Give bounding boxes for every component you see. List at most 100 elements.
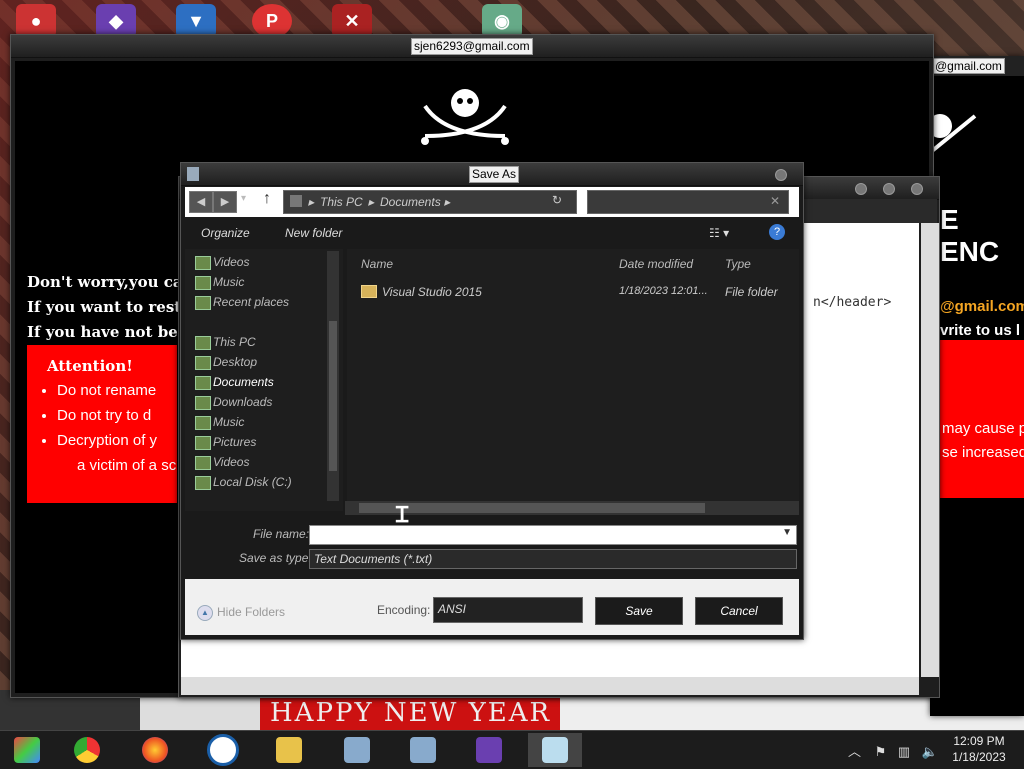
nav-item-icon	[195, 476, 211, 490]
chevron-down-icon[interactable]: ▼	[782, 527, 792, 538]
navigation-scrollbar[interactable]	[327, 251, 339, 501]
clock[interactable]: 12:09 PM 1/18/2023	[944, 733, 1014, 765]
ransom-right-heading: E ENC	[940, 204, 1000, 267]
desktop-banner: HAPPY NEW YEAR	[270, 698, 552, 728]
breadcrumb-separator: ▸	[308, 195, 315, 209]
hide-folders-button[interactable]: ▲ Hide Folders	[197, 605, 285, 621]
help-icon[interactable]: ?	[769, 224, 785, 240]
nav-item-icon	[195, 436, 211, 450]
nav-item-videos[interactable]: Videos	[213, 255, 249, 269]
notepad-code-text: n</header>	[813, 295, 892, 310]
search-input[interactable]: ✕	[587, 190, 789, 214]
file-type: File folder	[725, 285, 778, 299]
scroll-thumb[interactable]	[329, 321, 337, 471]
nav-item-documents[interactable]: Documents	[213, 375, 274, 389]
nav-item-local-disk-c-[interactable]: Local Disk (C:)	[213, 475, 292, 489]
visual-studio-desktop-icon[interactable]: ◆	[96, 4, 136, 38]
system-tray: ︿ ⚑ ▥ 🔈	[848, 741, 938, 760]
refresh-icon[interactable]: ↻	[552, 193, 562, 207]
nav-item-videos[interactable]: Videos	[213, 455, 249, 469]
pc-icon	[290, 195, 302, 207]
file-list-pane: Name Date modified Type Visual Studio 20…	[347, 249, 799, 501]
ransom-right-titlebar: @gmail.com	[930, 56, 1024, 76]
dialog-title: Save As	[469, 166, 520, 183]
clock-time: 12:09 PM	[953, 734, 1005, 748]
ransom-window-right: @gmail.com E ENC @gmail.com vrite to us …	[930, 56, 1024, 716]
app-desktop-icon-4[interactable]: ◉	[482, 4, 522, 38]
forward-button[interactable]: ▶	[213, 191, 237, 213]
up-arrow-icon[interactable]: ↑	[263, 190, 271, 208]
app-desktop-icon-2[interactable]: P	[252, 4, 292, 38]
file-explorer-icon[interactable]	[262, 733, 316, 767]
file-name-label: File name:	[253, 527, 310, 541]
network-icon[interactable]: ▥	[898, 744, 910, 759]
installer-icon[interactable]	[330, 733, 384, 767]
nav-item-icon	[195, 356, 211, 370]
cancel-button[interactable]: Cancel	[695, 597, 783, 625]
ransom-right-red-line: may cause p	[942, 420, 1024, 437]
notepad-icon	[187, 167, 199, 181]
view-options-icon[interactable]: ☷ ▾	[709, 226, 729, 240]
address-bar[interactable]: ▸ This PC ▸ Documents ▸ ↻	[283, 190, 577, 214]
encoding-value: ANSI	[438, 602, 467, 616]
hide-folders-label: Hide Folders	[217, 605, 286, 620]
save-button[interactable]: Save	[595, 597, 683, 625]
folder-icon	[361, 285, 377, 298]
save-as-type-select[interactable]: Text Documents (*.txt)	[309, 549, 797, 569]
column-name[interactable]: Name	[361, 257, 393, 271]
recent-locations-chevron-icon[interactable]: ▾	[241, 193, 246, 204]
app-desktop-icon[interactable]: ▼	[176, 4, 216, 38]
file-list-horizontal-scrollbar[interactable]	[345, 501, 799, 515]
file-row[interactable]: Visual Studio 2015 1/18/2023 12:01... Fi…	[361, 283, 791, 303]
ransom-line: Don't worry,you can	[27, 273, 194, 291]
file-name-input[interactable]: ▼	[309, 525, 797, 545]
notepad-icon[interactable]	[528, 733, 582, 767]
notepad-horizontal-scrollbar[interactable]	[181, 677, 919, 695]
organize-button[interactable]: Organize	[201, 226, 250, 240]
nav-item-this-pc[interactable]: This PC	[213, 335, 256, 349]
breadcrumb-this-pc[interactable]: This PC	[320, 195, 363, 209]
ransom-right-red-box: may cause p se increased	[940, 340, 1024, 498]
encoding-select[interactable]: ANSI	[433, 597, 583, 623]
office-icon[interactable]	[196, 733, 250, 767]
nav-item-recent-places[interactable]: Recent places	[213, 295, 289, 309]
notepad-vertical-scrollbar[interactable]	[921, 223, 939, 677]
nav-item-music[interactable]: Music	[213, 415, 244, 429]
breadcrumb-documents[interactable]: Documents	[380, 195, 441, 209]
firefox-icon[interactable]	[128, 733, 182, 767]
scroll-thumb[interactable]	[359, 503, 705, 513]
nav-item-icon	[195, 456, 211, 470]
nav-item-icon	[195, 396, 211, 410]
close-button[interactable]	[911, 183, 923, 195]
save-as-dialog: Save As ◀ ▶ ▾ ↑ ▸ This PC ▸ Documents ▸ …	[180, 162, 804, 640]
attention-item: Do not try to d	[57, 406, 157, 425]
maximize-button[interactable]	[883, 183, 895, 195]
app-desktop-icon-3[interactable]: ✕	[332, 4, 372, 38]
nav-item-downloads[interactable]: Downloads	[213, 395, 272, 409]
paint-icon[interactable]	[0, 733, 54, 767]
attention-item: Decryption of y	[57, 431, 157, 450]
ransom-line: If you want to resto	[27, 298, 192, 316]
ransom-right-email: @gmail.com	[940, 298, 1024, 315]
back-button[interactable]: ◀	[189, 191, 213, 213]
new-folder-button[interactable]: New folder	[285, 226, 342, 240]
chevron-up-icon[interactable]: ︿	[848, 744, 861, 759]
column-type[interactable]: Type	[725, 257, 751, 271]
column-date-modified[interactable]: Date modified	[619, 257, 693, 271]
nav-item-music[interactable]: Music	[213, 275, 244, 289]
chrome-desktop-icon[interactable]: ●	[16, 4, 56, 38]
chrome-icon[interactable]	[60, 733, 114, 767]
nav-item-desktop[interactable]: Desktop	[213, 355, 257, 369]
skull-crossbones-icon	[421, 89, 509, 145]
attention-continuation: a victim of a sc	[77, 457, 177, 474]
volume-icon[interactable]: 🔈	[922, 744, 938, 759]
minimize-button[interactable]	[855, 183, 867, 195]
visual-studio-icon[interactable]	[462, 733, 516, 767]
ransom-right-body: E ENC @gmail.com vrite to us l may cause…	[930, 76, 1024, 716]
attention-list: Do not rename Do not try to d Decryption…	[45, 375, 157, 450]
file-date: 1/18/2023 12:01...	[619, 285, 708, 297]
flag-icon[interactable]: ⚑	[875, 744, 887, 759]
installer-icon-2[interactable]	[396, 733, 450, 767]
nav-item-pictures[interactable]: Pictures	[213, 435, 256, 449]
dialog-close-button[interactable]	[775, 169, 787, 181]
